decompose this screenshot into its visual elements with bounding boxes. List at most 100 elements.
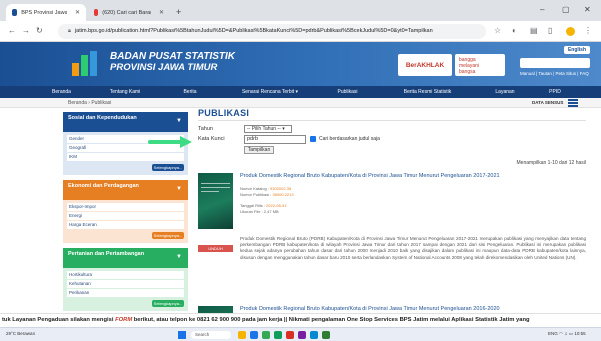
close-tab-icon[interactable]: ✕: [159, 9, 164, 16]
bps-logo-icon: [72, 51, 97, 76]
file-explorer-icon[interactable]: [238, 331, 246, 339]
ukuran-label: Ukuran File :: [240, 209, 263, 214]
menu-brs[interactable]: Berita Resmi Statistik: [380, 86, 475, 98]
site-title-line1: BADAN PUSAT STATISTIK: [110, 51, 235, 62]
publication-title-link[interactable]: Produk Domestik Regional Bruto Kabupaten…: [240, 173, 500, 179]
breadcrumb-bar: Beranda › Publikasi DATA SENSUS: [0, 98, 601, 108]
more-button[interactable]: Selengkapnya...: [152, 232, 184, 239]
menu-senarai[interactable]: Senarai Rencana Terbit ▾: [225, 86, 315, 98]
tanggal-row: Tanggal Rilis : 2022-08-31: [240, 203, 287, 208]
tab-bps-jatim[interactable]: BPS Provinsi Jawa Timur ✕: [6, 4, 86, 21]
mail-icon[interactable]: [286, 331, 294, 339]
publication-cover[interactable]: [198, 306, 233, 313]
forward-icon[interactable]: →: [22, 26, 30, 35]
breadcrumb[interactable]: Beranda › Publikasi: [68, 100, 111, 106]
data-sensus-link[interactable]: DATA SENSUS: [532, 100, 563, 105]
menu-icon[interactable]: ⋮: [584, 26, 592, 35]
sidebar-item-kehutanan[interactable]: Kehutanan: [67, 280, 184, 288]
windows-start-icon[interactable]: [178, 331, 186, 339]
more-button[interactable]: Selengkapnya...: [152, 164, 184, 171]
list-item: Produk Domestik Regional Bruto Kabupaten…: [198, 306, 586, 313]
sidebar-item-energi[interactable]: Energi: [67, 212, 184, 220]
sidebar-heading[interactable]: Ekonomi dan Perdagangan ▼: [63, 180, 188, 200]
tab-title: (620) Cari cari Barang - YouTube: [102, 9, 151, 16]
sidebar-item-ekspor-impor[interactable]: Ekspor-Impor: [67, 203, 184, 211]
sidebar-icon[interactable]: ▯: [548, 26, 552, 35]
menu-ppid[interactable]: PPID: [535, 86, 575, 98]
word-icon[interactable]: [310, 331, 318, 339]
judul-checkbox-label: Cari berdasarkan judul saja: [319, 136, 380, 142]
login-panel: English Manual | Tautan | Peta Situs | F…: [520, 46, 590, 82]
chevron-down-icon: ▼: [176, 186, 182, 192]
sidebar-links: Ekspor-Impor Energi Harga Eceran Selengk…: [63, 200, 188, 243]
result-info: Menampilkan 1-10 dari 12 hasil: [516, 160, 586, 166]
menu-tentang-kami[interactable]: Tentang Kami: [95, 86, 155, 98]
sidebar-item-harga-eceran[interactable]: Harga Eceran: [67, 221, 184, 229]
katalog-label: Nomor Katalog :: [240, 186, 269, 191]
extension-icon[interactable]: ◐: [512, 26, 517, 35]
url-bar[interactable]: 🔒︎ jatim.bps.go.id/publication.html?Publi…: [58, 24, 486, 39]
menu-berita[interactable]: Berita: [155, 86, 225, 98]
judul-checkbox[interactable]: [310, 136, 316, 142]
restore-button[interactable]: ▢: [562, 5, 570, 14]
back-icon[interactable]: ←: [8, 26, 16, 35]
hamburger-icon[interactable]: [568, 99, 578, 107]
bangga-melayani-logo: bangga melayani bangsa: [455, 54, 505, 76]
new-tab-button[interactable]: +: [176, 7, 181, 17]
close-window-button[interactable]: ✕: [584, 5, 591, 14]
system-tray[interactable]: ENG ◠ ♫ ▭ 10:55: [548, 331, 586, 337]
menu-beranda[interactable]: Beranda: [0, 86, 95, 98]
tampilkan-button[interactable]: Tampilkan: [244, 146, 274, 154]
sidebar-item-hortikultura[interactable]: Hortikultura: [67, 271, 184, 279]
kata-kunci-label: Kata Kunci: [198, 136, 225, 142]
sidebar-item-perikanan[interactable]: Perikanan: [67, 289, 184, 297]
sidebar-heading[interactable]: Pertanian dan Pertambangan ▼: [63, 248, 188, 268]
tab-title: BPS Provinsi Jawa Timur: [21, 9, 67, 16]
publikasi-label: Nomor Publikasi :: [240, 192, 272, 197]
store-icon[interactable]: [274, 331, 282, 339]
header-links[interactable]: Manual | Tautan | Peta Situs | FAQ: [520, 71, 589, 76]
reading-list-icon[interactable]: ▤: [530, 26, 538, 35]
weather-widget[interactable]: 29°C Berawan: [6, 331, 35, 336]
sidebar-heading-text: Ekonomi dan Perdagangan: [68, 183, 139, 189]
abstract-text: Produk Domestik Regional Bruto (PDRB) Ka…: [240, 236, 586, 260]
star-icon[interactable]: ☆: [494, 26, 501, 35]
publication-cover[interactable]: [198, 173, 233, 229]
edge-icon[interactable]: [250, 331, 258, 339]
site-title[interactable]: BADAN PUSAT STATISTIK PROVINSI JAWA TIMU…: [110, 51, 235, 73]
close-tab-icon[interactable]: ✕: [75, 9, 80, 16]
publication-title-link[interactable]: Produk Domestik Regional Bruto Kabupaten…: [240, 306, 500, 312]
minimize-button[interactable]: –: [540, 5, 544, 14]
reload-icon[interactable]: ↻: [36, 26, 43, 35]
sidebar-item-ikm[interactable]: IKM: [67, 153, 184, 161]
tahun-label: Tahun: [198, 126, 213, 132]
url-text: jatim.bps.go.id/publication.html?Publika…: [74, 28, 433, 34]
unduh-button[interactable]: UNDUH PUBLIKASI: [198, 245, 233, 258]
excel-icon[interactable]: [322, 331, 330, 339]
menu-publikasi[interactable]: Publikasi: [315, 86, 380, 98]
tab-youtube[interactable]: (620) Cari cari Barang - YouTube ✕: [88, 4, 170, 21]
profile-avatar[interactable]: [566, 27, 575, 36]
annotation-arrow-icon: [148, 136, 192, 148]
sidebar-heading[interactable]: Sosial dan Kependudukan ▼: [63, 112, 188, 132]
ticker-text-start: tuk Layanan Pengaduan silakan mengisi: [2, 317, 116, 323]
tahun-select[interactable]: -- Pilih Tahun -- ▾: [244, 125, 292, 133]
app-icon[interactable]: [298, 331, 306, 339]
main-menu: Beranda Tentang Kami Berita Senarai Renc…: [0, 86, 601, 98]
sidebar-links: Hortikultura Kehutanan Perikanan Selengk…: [63, 268, 188, 311]
kata-kunci-input[interactable]: pdrb: [244, 135, 306, 144]
sidebar-block-pertanian: Pertanian dan Pertambangan ▼ Hortikultur…: [63, 248, 188, 311]
clock: 10:55: [574, 331, 586, 336]
ticker-form-link[interactable]: FORM: [115, 317, 132, 323]
divider: [198, 120, 586, 121]
more-button[interactable]: Selengkapnya...: [152, 300, 184, 307]
chevron-down-icon: ▼: [176, 118, 182, 124]
language-switch[interactable]: English: [563, 46, 590, 54]
windows-taskbar: 29°C Berawan Search ENG ◠ ♫ ▭ 10:55: [0, 327, 601, 341]
menu-layanan[interactable]: Layanan: [475, 86, 535, 98]
taskbar-search[interactable]: Search: [191, 331, 231, 339]
sidebar-heading-text: Pertanian dan Pertambangan: [68, 251, 145, 257]
chrome-icon[interactable]: [262, 331, 270, 339]
sidebar-block-ekonomi: Ekonomi dan Perdagangan ▼ Ekspor-Impor E…: [63, 180, 188, 243]
search-field[interactable]: [520, 58, 590, 68]
